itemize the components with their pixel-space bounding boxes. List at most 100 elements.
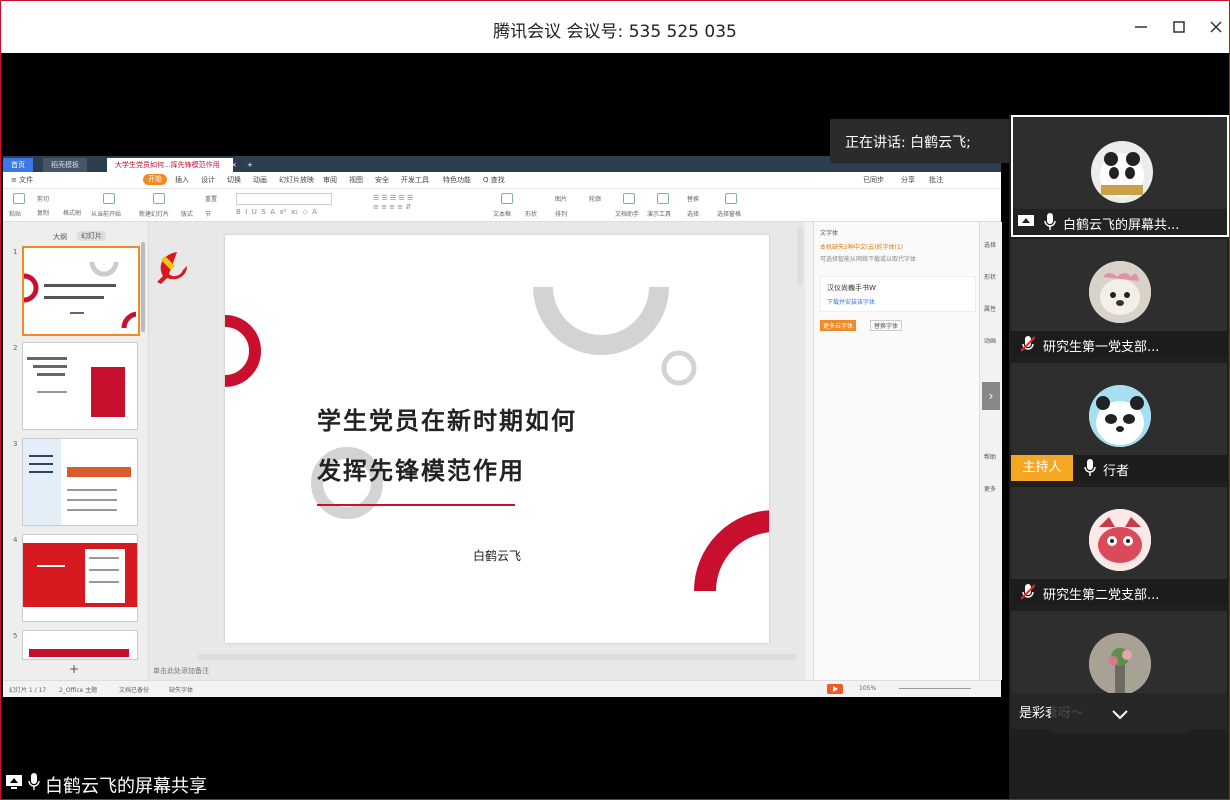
ribbon-present-tools[interactable]: 演示工具 [647,209,671,218]
ribbon-from-current[interactable]: 从当前开始 [91,209,121,218]
menu-file[interactable]: ≡ 文件 [11,175,33,185]
participant-tile[interactable]: 是彩衰呀～ [1011,611,1227,733]
ribbon-reset[interactable]: 重置 [205,194,217,203]
menu-security[interactable]: 安全 [375,175,389,185]
font-format-row[interactable]: B I U S A x² x₂ ◇ A [236,207,366,217]
menu-home[interactable]: 开始 [143,174,167,185]
font-family-select[interactable] [236,193,332,205]
expand-participants-button[interactable] [1051,697,1189,733]
minimize-button[interactable] [1129,15,1153,39]
status-missing-font[interactable]: 缺失字体 [169,685,193,694]
present-tools-icon[interactable] [657,193,669,204]
ribbon-select[interactable]: 选择 [687,209,699,218]
menu-share[interactable]: 分享 [901,175,915,185]
wps-tab-docer[interactable]: 稻壳模板 [43,158,87,172]
collapse-panel-button[interactable]: › [982,382,1000,410]
wps-tab-home[interactable]: 首页 [3,158,33,172]
textbox-icon[interactable] [501,193,513,204]
new-slide-icon[interactable] [153,193,165,204]
slide-2-preview [27,357,125,417]
ribbon-format-painter[interactable]: 格式刷 [63,208,81,217]
tab-outline[interactable]: 大纲 [53,232,67,242]
ribbon-copy[interactable]: 复制 [37,208,49,217]
selection-pane-icon[interactable] [725,193,737,204]
menu-sync[interactable]: 已同步 [863,175,884,185]
tab-slides[interactable]: 幻灯片 [77,231,106,241]
canvas-h-scrollbar[interactable] [197,654,797,660]
slide-thumbnail[interactable] [22,630,138,660]
menu-comment[interactable]: 批注 [929,175,943,185]
menu-animation[interactable]: 动画 [253,175,267,185]
title-bar: 腾讯会议 会议号: 535 525 035 [1,1,1229,53]
slide-thumbnail[interactable] [22,534,138,622]
ribbon-shape[interactable]: 形状 [525,209,537,218]
ribbon-cut[interactable]: 剪切 [37,194,49,203]
status-backup[interactable]: 文档已备份 [119,685,149,694]
participant-tile[interactable]: 研究生第一党支部... [1011,239,1227,357]
mic-muted-icon [1021,584,1035,600]
add-slide-icon[interactable]: + [69,662,79,676]
ribbon-arrange[interactable]: 排列 [555,209,567,218]
mic-on-icon [1084,459,1096,476]
sidebar-property[interactable]: 属性 [984,304,996,313]
slide-editor-canvas[interactable]: 学生党员在新时期如何 发挥先锋模范作用 白鹤云飞 单击此处添加备注 [149,222,805,680]
menu-search[interactable]: Q 查找 [483,175,505,185]
participant-tile[interactable]: 主持人 行者 [1011,363,1227,481]
menu-slideshow[interactable]: 幻灯片放映 [279,175,314,185]
menu-insert[interactable]: 插入 [175,175,189,185]
ribbon-textbox[interactable]: 文本框 [493,209,511,218]
slide-author[interactable]: 白鹤云飞 [225,547,769,564]
shared-wps-window[interactable]: 首页 稻壳模板 大学生党员如何...挥先锋模范作用 × + ≡ 文件 开始 插入… [3,156,1002,697]
maximize-button[interactable] [1167,15,1191,39]
slide-thumbnail[interactable] [22,246,140,336]
sidebar-animation[interactable]: 动画 [984,336,996,345]
participant-tile[interactable]: 研究生第二党支部... [1011,487,1227,605]
sidebar-help[interactable]: 帮助 [984,452,996,461]
ribbon-paste[interactable]: 粘贴 [9,209,21,218]
maximize-icon [1173,21,1185,33]
more-fonts-button[interactable]: 更多云字体 [820,320,857,331]
close-button[interactable] [1204,15,1228,39]
menu-view[interactable]: 视图 [349,175,363,185]
wps-ribbon: 粘贴 剪切 复制 格式刷 从当前开始 新建幻灯片 版式 节 重置 B I U S… [3,189,1001,222]
slide-title-line-1[interactable]: 学生党员在新时期如何 [317,401,577,436]
ribbon-outline[interactable]: 轮廓 [589,194,601,203]
status-zoom[interactable]: 105% [859,685,876,692]
sidebar-shape[interactable]: 形状 [984,272,996,281]
menu-features[interactable]: 特色功能 [443,175,471,185]
participant-tile[interactable]: 白鹤云飞的屏幕共... [1011,115,1229,237]
ribbon-picture[interactable]: 图片 [555,194,567,203]
ribbon-replace[interactable]: 替换 [687,194,699,203]
missing-font-panel: 文字体 本机缺失2种中文(云)的字体(1) 可选择智能从网络下载或以取代字体 汉… [813,222,980,680]
notes-placeholder[interactable]: 单击此处添加备注 [153,666,209,676]
ribbon-new-slide[interactable]: 新建幻灯片 [139,209,169,218]
play-slideshow-button[interactable] [827,684,843,694]
ribbon-section[interactable]: 节 [205,209,211,218]
play-from-current-icon[interactable] [103,193,115,204]
menu-transition[interactable]: 切换 [227,175,241,185]
doc-assistant-icon[interactable] [623,193,635,204]
slide-thumbnail[interactable] [22,342,138,430]
current-slide[interactable]: 学生党员在新时期如何 发挥先锋模范作用 白鹤云飞 [225,235,769,643]
slide-title-line-2[interactable]: 发挥先锋模范作用 [317,451,525,486]
paragraph-group[interactable]: ☰ ☰ ☰ ☰ ☰ ≡ ≡ ≡ ≡ ⇵ [373,193,483,217]
ribbon-selection-pane[interactable]: 选择窗格 [717,209,741,218]
replace-fonts-button[interactable]: 替换字体 [870,320,903,331]
ribbon-doc-assistant[interactable]: 文档助手 [615,209,639,218]
zoom-slider[interactable] [899,688,971,689]
font-download-link[interactable]: 下载并安装该字体 [827,297,875,306]
slide-thumbnail[interactable] [22,438,138,526]
wps-tab-document[interactable]: 大学生党员如何...挥先锋模范作用 [107,158,233,172]
missing-font-card[interactable]: 汉仪尚巍手书W 下载并安装该字体 [820,276,976,312]
ribbon-layout[interactable]: 版式 [181,209,193,218]
sidebar-more[interactable]: 更多 [984,484,996,493]
paste-icon[interactable] [13,193,25,204]
wps-new-tab-icon[interactable]: + [239,158,261,172]
menu-review[interactable]: 审阅 [323,175,337,185]
thumbs-scrollbar[interactable] [141,242,145,332]
sidebar-select[interactable]: 选择 [984,240,996,249]
menu-dev-tools[interactable]: 开发工具 [401,175,429,185]
canvas-v-scrollbar[interactable] [797,226,803,286]
screen-share-icon [1018,215,1034,226]
menu-design[interactable]: 设计 [201,175,215,185]
